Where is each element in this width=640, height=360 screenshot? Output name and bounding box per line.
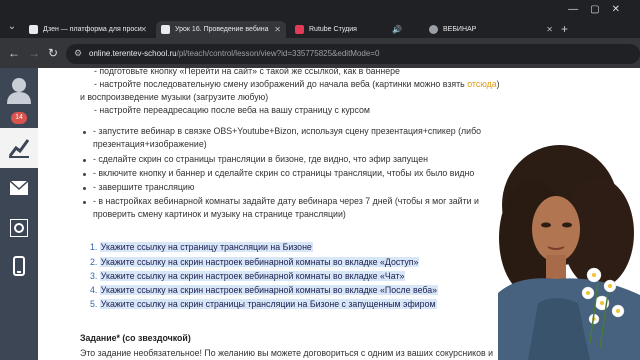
sidebar-item-messages[interactable] [0,170,38,206]
speaker-portrait-image [498,143,640,360]
lesson-bullet: - в настройках вебинарной комнаты задайт… [93,196,479,206]
tab-search-icon[interactable]: ⌄ [4,19,20,35]
new-tab-button[interactable]: + [561,21,568,38]
sidebar-item-mobile[interactable] [0,248,38,284]
tab-label: Rutube Студия [309,26,357,33]
lesson-text-line: и воспроизведение музыки (загрузите любу… [80,92,269,102]
back-icon[interactable]: ← [8,46,20,60]
answer-item-3: 3. Укажите ссылку на скрин настроек веби… [90,271,406,281]
webinar-icon [429,25,438,34]
answer-item-5: 5. Укажите ссылку на скрин страницы тран… [90,299,437,309]
bullet-dot [83,187,86,190]
site-info-icon[interactable]: ⚙ [74,48,86,60]
avatar-icon [7,78,31,104]
lesson-bullet-cont: презентация+изображение) [93,139,207,149]
source-link[interactable]: отсюда [467,79,496,89]
chart-icon [8,139,30,158]
browser-tab-bar: ⌄ Дзен — платформа для проси ✕ Урок 16. … [0,0,640,38]
sidebar-item-stats[interactable] [0,128,38,168]
url-field[interactable]: ⚙ online.terentev-school.ru/pl/teach/con… [66,44,640,64]
lesson-bullet: - завершите трансляцию [93,182,195,192]
lesson-bullet: - включите кнопку и баннер и сделайте ск… [93,168,475,178]
bullet-dot [83,131,86,134]
bullet-dot [83,201,86,204]
lesson-bullet: - запустите вебинар в связке OBS+Youtube… [93,126,481,136]
tab-lesson[interactable]: Урок 16. Проведение вебина ✕ [156,21,286,38]
phone-icon [13,256,25,276]
dzen-icon [29,25,38,34]
bullet-dot [83,159,86,162]
tab-label: ВЕБИНАР [443,26,477,33]
user-avatar[interactable] [0,72,38,108]
tab-label: Дзен — платформа для проси [43,26,142,33]
window-controls[interactable]: —▢✕ [568,4,632,15]
tab-dzen[interactable]: Дзен — платформа для проси ✕ [24,21,152,38]
close-icon[interactable]: ✕ [274,21,281,38]
lesson-text-line: - настройте переадресацию после веба на … [94,105,370,115]
lesson-icon [161,25,170,34]
safe-icon [10,219,28,237]
lesson-bullet: - сделайте скрин со страницы трансляции … [93,154,428,164]
rutube-icon [295,25,304,34]
answer-item-2: 2. Укажите ссылку на скрин настроек веби… [90,257,420,267]
task-title: Задание* (со звездочкой) [80,333,191,343]
lesson-text-line: - подготовьте кнопку «Перейти на сайт» с… [94,68,400,76]
lesson-bullet-cont: проверить смену картинок и музыку на стр… [93,209,346,219]
app-sidebar: 14 [0,68,38,360]
forward-icon[interactable]: → [28,46,40,60]
close-icon[interactable]: ✕ [546,21,553,38]
speaker-video-overlay [498,143,640,360]
lesson-text-line: - настройте последовательную смену изобр… [94,79,500,89]
url-text[interactable]: online.terentev-school.ru/pl/teach/contr… [89,44,379,64]
reload-icon[interactable]: ↻ [48,46,58,60]
mail-icon [10,181,28,195]
audio-icon[interactable]: 🔊 [392,21,402,38]
task-text: Это задание необязательное! По желанию в… [80,348,494,358]
notification-badge[interactable]: 14 [11,112,27,124]
tab-label: Урок 16. Проведение вебина [175,26,269,33]
answer-item-4: 4. Укажите ссылку на скрин настроек веби… [90,285,438,295]
sidebar-item-sales[interactable] [0,210,38,246]
close-icon[interactable]: ✕ [140,21,147,38]
bullet-dot [83,173,86,176]
tab-webinar[interactable]: ВЕБИНАР ✕ [424,21,558,38]
tab-rutube[interactable]: Rutube Студия 🔊 [290,21,420,38]
answer-item-1: 1. Укажите ссылку на страницу трансляции… [90,242,313,252]
address-bar: ← → ↻ ⚙ online.terentev-school.ru/pl/tea… [0,38,640,68]
